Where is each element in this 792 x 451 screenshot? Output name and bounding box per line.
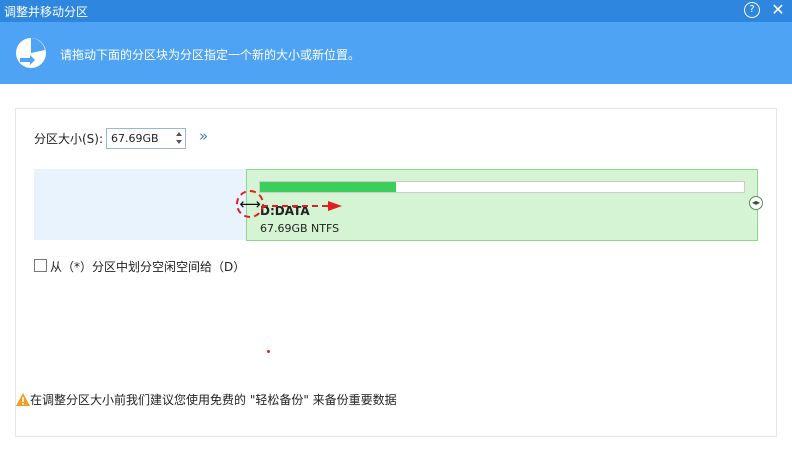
drag-direction-arrow-icon: [262, 201, 342, 211]
partition-info: 67.69GB NTFS: [260, 222, 340, 235]
partition-size-input[interactable]: [107, 129, 167, 148]
spin-down-icon[interactable]: [176, 140, 182, 144]
partition-usage-fill: [260, 182, 396, 192]
right-handle-arrows: ◂▸: [751, 198, 761, 207]
window-title: 调整并移动分区: [4, 5, 89, 19]
left-handle-arrow: ⟷: [239, 195, 261, 213]
spin-up-icon[interactable]: [176, 132, 182, 136]
unallocated-space: [34, 169, 246, 240]
partition-resize-icon: [16, 38, 46, 68]
resize-left-handle-icon[interactable]: ⟷: [236, 190, 264, 218]
resize-right-handle-icon[interactable]: ◂▸: [749, 196, 763, 210]
allocate-free-space-label[interactable]: 从（*）分区中划分空闲空间给（D）: [50, 258, 245, 275]
partition-size-label: 分区大小(S):: [34, 132, 104, 146]
info-banner: 请拖动下面的分区块为分区指定一个新的大小或新位置。: [0, 22, 792, 84]
stray-marker-dot: [267, 350, 270, 353]
backup-warning-text: 在调整分区大小前我们建议您使用免费的 "轻松备份" 来备份重要数据: [30, 393, 397, 407]
help-button[interactable]: ?: [744, 2, 760, 18]
allocate-free-space-checkbox[interactable]: [34, 259, 47, 272]
expand-options-button[interactable]: »: [199, 127, 208, 145]
partition-usage-bar: [259, 181, 745, 193]
banner-text: 请拖动下面的分区块为分区指定一个新的大小或新位置。: [60, 48, 361, 62]
warning-icon: [16, 393, 30, 406]
title-bar: 调整并移动分区 ? ✕: [0, 0, 792, 22]
close-button[interactable]: ✕: [770, 0, 786, 20]
partition-size-spinner[interactable]: [106, 128, 186, 149]
